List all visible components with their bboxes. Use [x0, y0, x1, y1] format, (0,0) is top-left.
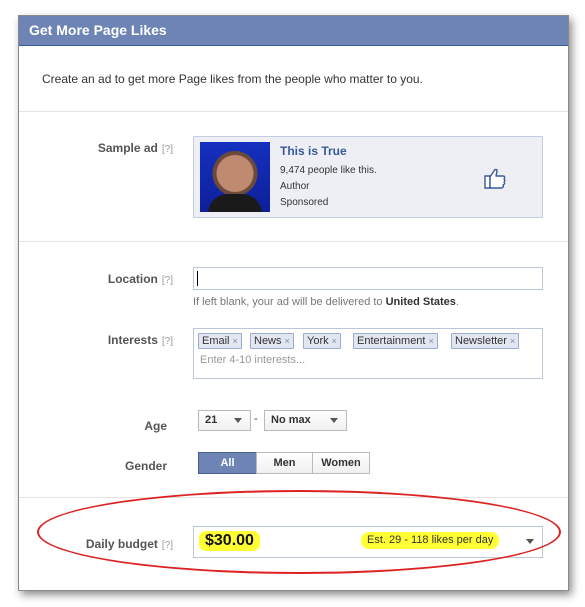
age-min-dropdown[interactable]: 21	[198, 410, 251, 431]
sample-ad-label: Sample ad [?]	[89, 141, 173, 155]
text-caret	[197, 271, 198, 286]
budget-label: Daily budget [?]	[59, 537, 173, 551]
interest-token[interactable]: Entertainment ×	[353, 333, 438, 349]
ad-category: Author	[280, 181, 310, 192]
daily-budget-dropdown[interactable]: $30.00 Est. 29 - 118 likes per day	[193, 526, 543, 558]
get-more-likes-dialog: Get More Page Likes Create an ad to get …	[18, 15, 569, 591]
ad-likes-count: 9,474 people like this.	[280, 165, 377, 176]
location-hint: If left blank, your ad will be delivered…	[193, 296, 459, 308]
gender-all-button[interactable]: All	[198, 452, 257, 474]
divider	[19, 111, 568, 112]
ad-profile-photo	[200, 142, 270, 212]
dialog-title: Get More Page Likes	[19, 16, 568, 46]
interests-label: Interests [?]	[89, 333, 173, 347]
remove-token-icon[interactable]: ×	[428, 336, 433, 346]
hint-prefix: If left blank, your ad will be delivered…	[193, 296, 383, 308]
sample-ad-label-text: Sample ad	[97, 141, 158, 155]
chevron-down-icon	[330, 418, 338, 423]
gender-men-button[interactable]: Men	[256, 452, 313, 474]
hint-suffix: .	[455, 296, 459, 308]
divider	[19, 497, 568, 498]
location-input[interactable]	[193, 267, 543, 290]
interest-token[interactable]: York ×	[303, 333, 341, 349]
thumbs-up-icon[interactable]	[482, 165, 508, 191]
location-label-text: Location	[107, 272, 158, 286]
age-label: Age	[144, 419, 167, 433]
interest-token[interactable]: Email ×	[198, 333, 242, 349]
intro-text: Create an ad to get more Page likes from…	[42, 72, 423, 86]
help-link[interactable]: [?]	[162, 275, 173, 286]
age-max-dropdown[interactable]: No max	[264, 410, 347, 431]
chevron-down-icon	[234, 418, 242, 423]
sample-ad-preview: This is True 9,474 people like this. Aut…	[193, 136, 543, 218]
remove-token-icon[interactable]: ×	[233, 336, 238, 346]
interests-label-text: Interests	[107, 333, 158, 347]
hint-country: United States	[385, 296, 456, 308]
age-min-value: 21	[205, 414, 218, 426]
divider	[19, 241, 568, 242]
likes-estimate: Est. 29 - 118 likes per day	[361, 532, 500, 549]
location-label: Location [?]	[89, 272, 173, 286]
interest-token[interactable]: News ×	[250, 333, 294, 349]
age-separator: -	[254, 413, 258, 425]
gender-label: Gender	[124, 459, 167, 473]
remove-token-icon[interactable]: ×	[285, 336, 290, 346]
help-link[interactable]: [?]	[162, 144, 173, 155]
age-max-value: No max	[271, 414, 311, 426]
remove-token-icon[interactable]: ×	[332, 336, 337, 346]
help-link[interactable]: [?]	[162, 336, 173, 347]
interest-token[interactable]: Newsletter ×	[451, 333, 520, 349]
budget-label-text: Daily budget	[85, 537, 158, 551]
interests-placeholder: Enter 4-10 interests...	[200, 354, 306, 366]
interests-token-input[interactable]: Email × News × York × Entertainment × Newsle…	[193, 328, 543, 379]
gender-women-button[interactable]: Women	[312, 452, 370, 474]
budget-amount: $30.00	[199, 531, 260, 551]
chevron-down-icon	[526, 539, 534, 544]
help-link[interactable]: [?]	[162, 540, 173, 551]
remove-token-icon[interactable]: ×	[510, 336, 515, 346]
ad-title-link[interactable]: This is True	[280, 144, 347, 158]
ad-sponsored: Sponsored	[280, 197, 329, 208]
